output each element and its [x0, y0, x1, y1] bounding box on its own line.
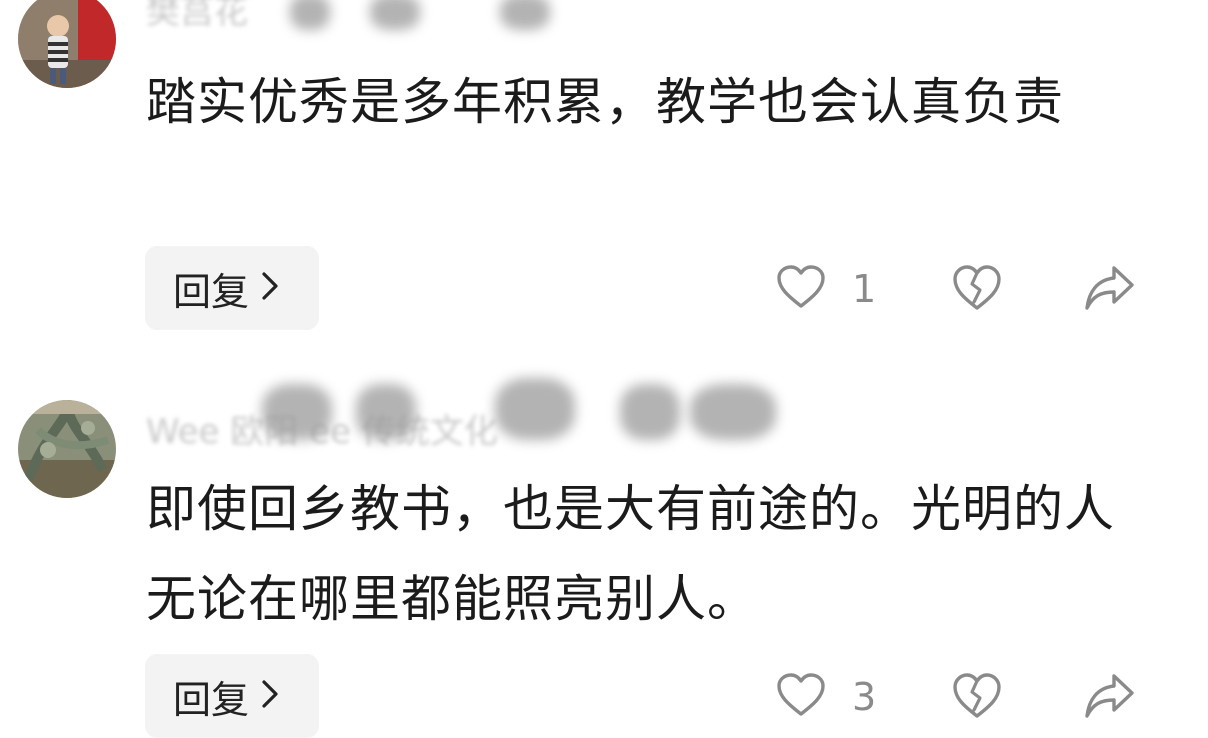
reply-button[interactable]: 回复: [145, 654, 319, 738]
blur-mask: [690, 384, 776, 440]
like-count: 3: [852, 674, 877, 719]
reply-label: 回复: [173, 269, 250, 314]
comment-text: 即使回乡教书，也是大有前途的。光明的人无论在哪里都能照亮别人。: [146, 480, 1115, 628]
share-arrow-icon: [1084, 672, 1136, 723]
share-button[interactable]: [1084, 264, 1136, 315]
like-count: 1: [852, 266, 877, 311]
broken-heart-icon: [952, 672, 1002, 723]
blur-mask: [620, 384, 680, 440]
reply-label: 回复: [173, 677, 250, 722]
chevron-right-icon: [261, 674, 279, 718]
dislike-button[interactable]: [952, 264, 1002, 315]
share-arrow-icon: [1084, 264, 1136, 315]
blur-mask: [500, 0, 550, 30]
share-button[interactable]: [1084, 672, 1136, 723]
chevron-right-icon: [261, 266, 279, 310]
blur-mask: [290, 0, 330, 30]
comment-text: 踏实优秀是多年积累，教学也会认真负责: [146, 73, 1064, 131]
blur-mask: [495, 378, 575, 440]
heart-icon: [776, 264, 826, 313]
blur-mask: [262, 384, 332, 440]
like-button[interactable]: 1: [776, 264, 876, 313]
broken-heart-icon: [952, 264, 1002, 315]
blur-mask: [370, 0, 420, 30]
reply-button[interactable]: 回复: [145, 246, 319, 330]
heart-icon: [776, 672, 826, 721]
avatar[interactable]: [18, 0, 116, 88]
avatar[interactable]: [18, 400, 116, 498]
blur-mask: [356, 384, 416, 440]
like-button[interactable]: 3: [776, 672, 876, 721]
dislike-button[interactable]: [952, 672, 1002, 723]
username[interactable]: 樊莒花: [146, 0, 248, 34]
